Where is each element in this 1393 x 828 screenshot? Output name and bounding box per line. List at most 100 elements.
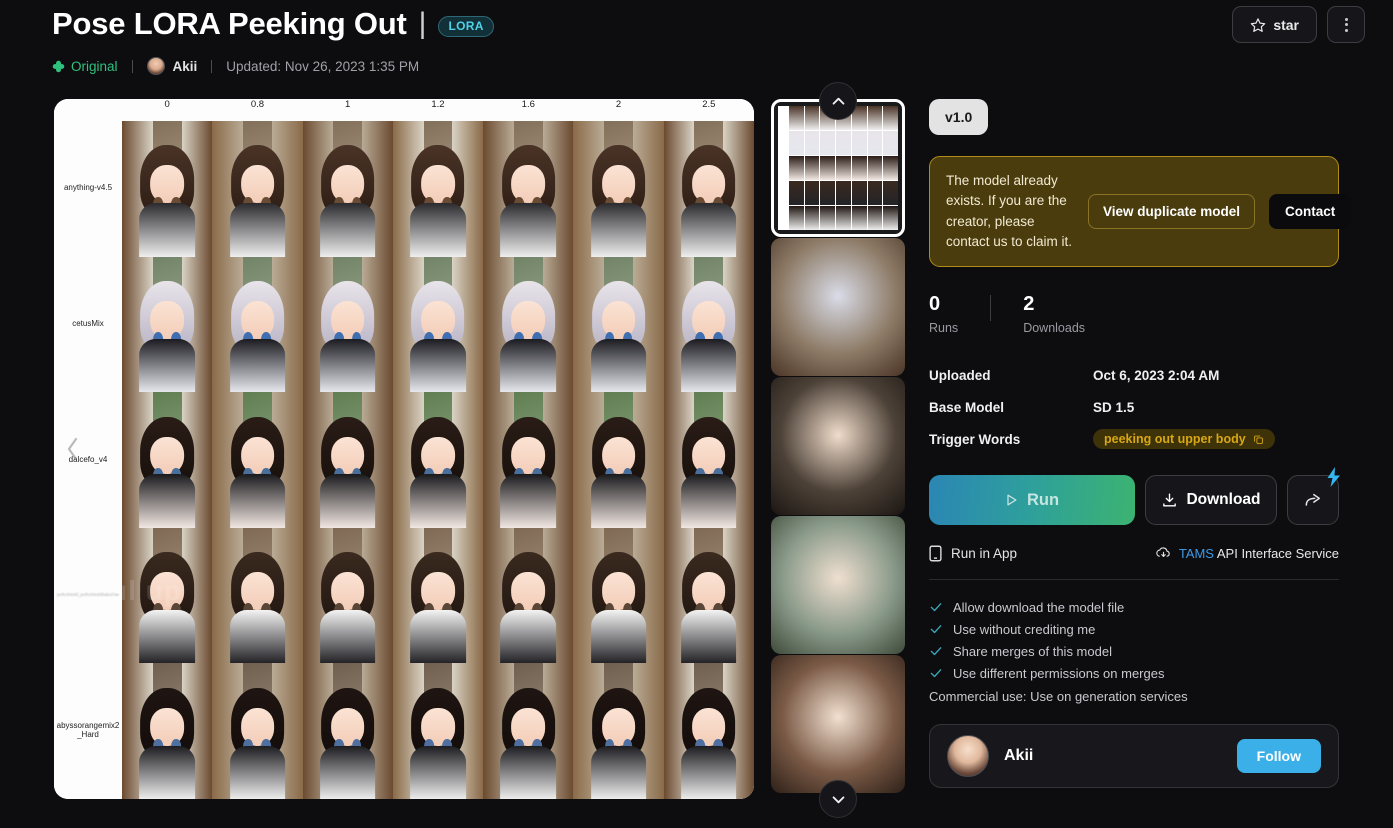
model-type-badge: LORA (438, 15, 494, 37)
info-key: Uploaded (929, 367, 991, 383)
permission-item: Share merges of this model (929, 640, 1339, 662)
thumbnails-scroll-up-button[interactable] (819, 82, 857, 120)
preview-tile (302, 256, 393, 393)
preview-tile (663, 121, 754, 257)
grid-row-label: perfectWorld_perfectWorldBakedVae (56, 592, 120, 598)
info-row-uploaded: Uploaded Oct 6, 2023 2:04 AM (929, 359, 1339, 391)
more-vertical-icon (1344, 17, 1348, 32)
chevron-down-icon (832, 795, 844, 803)
thumbnail[interactable] (771, 377, 905, 515)
stat-label: Downloads (1023, 321, 1086, 335)
primary-actions: Run Download (929, 467, 1340, 525)
info-value: Oct 6, 2023 2:04 AM (1093, 367, 1220, 383)
trigger-words-tag[interactable]: peeking out upper body (1093, 429, 1275, 449)
check-icon (930, 647, 942, 656)
lightning-bolt-icon (1327, 467, 1340, 487)
permission-item: Allow download the model file (929, 596, 1339, 618)
author-avatar[interactable] (947, 735, 989, 777)
share-button[interactable] (1287, 467, 1340, 525)
preview-tile (663, 392, 754, 528)
api-interface-service-link[interactable]: TAMS API Interface Service (1155, 546, 1339, 561)
download-button[interactable]: Download (1145, 475, 1277, 525)
check-icon (930, 625, 942, 634)
thumbnail-strip[interactable] (771, 99, 905, 799)
stat-value: 0 (929, 293, 941, 315)
author-chip[interactable]: Akii (146, 57, 198, 75)
gallery-prev-button[interactable] (60, 432, 86, 466)
run-button[interactable]: Run (929, 475, 1135, 525)
chevron-left-icon (67, 437, 78, 461)
grid-row-label: anything-v4.5 (63, 183, 113, 193)
avatar (146, 57, 165, 75)
notice-text: The model already exists. If you are the… (946, 173, 1073, 249)
preview-tile (573, 121, 664, 257)
preview-tile (663, 527, 754, 664)
preview-tile (483, 663, 574, 799)
contact-button[interactable]: Contact (1269, 194, 1352, 229)
preview-tile (302, 663, 393, 799)
run-in-app-link[interactable]: Run in App (929, 545, 1017, 562)
thumbnail-grid-preview (778, 106, 898, 230)
thumbnail[interactable] (771, 238, 905, 376)
preview-tile (302, 121, 393, 257)
grid-col-header: 2 (615, 99, 622, 110)
follow-button[interactable]: Follow (1236, 739, 1321, 773)
clover-icon (52, 60, 65, 72)
preview-tile (122, 392, 213, 528)
preview-tile (573, 527, 664, 664)
star-icon (1251, 17, 1266, 32)
title-separator: | (418, 7, 427, 40)
more-options-button[interactable] (1327, 6, 1365, 43)
updated-timestamp: Updated: Nov 26, 2023 1:35 PM (226, 58, 420, 74)
title-row: Pose LORA Peeking Out | LORA (52, 6, 494, 42)
thumbnail[interactable] (771, 516, 905, 654)
grid-col-header: 1.6 (521, 99, 535, 110)
preview-tile (212, 392, 303, 528)
grid-col-header: 0 (164, 99, 170, 110)
preview-tile (302, 527, 393, 664)
view-duplicate-model-button[interactable]: View duplicate model (1088, 194, 1256, 229)
duplicate-model-notice: The model already exists. If you are the… (929, 156, 1352, 267)
run-in-app-label: Run in App (951, 546, 1018, 561)
check-icon (930, 669, 942, 678)
permission-item: Use different permissions on merges (929, 662, 1339, 684)
secondary-actions: Run in App TAMS API Interface Service (929, 545, 1339, 580)
original-badge: Original (52, 59, 118, 74)
info-value: SD 1.5 (1093, 399, 1135, 415)
thumbnail[interactable] (771, 655, 905, 793)
preview-tile (212, 527, 303, 664)
stat-downloads: 2 Downloads (1023, 293, 1085, 335)
grid-row-label: cetusMix (72, 318, 104, 328)
permission-item: Use without crediting me (929, 618, 1339, 640)
commercial-use-note: Commercial use: Use on generation servic… (929, 689, 1188, 704)
author-name: Akii (172, 58, 198, 74)
preview-tile (212, 121, 303, 257)
preview-tile (483, 527, 574, 664)
grid-row-label: abyssorangemix2_Hard (56, 721, 120, 740)
copy-icon (1253, 435, 1263, 444)
meta-divider-2 (211, 59, 213, 73)
stat-label: Runs (929, 321, 959, 335)
preview-tile (573, 256, 664, 393)
preview-tile (122, 256, 213, 393)
meta-row: Original Akii Updated: Nov 26, 2023 1:35… (52, 55, 419, 77)
meta-divider-1 (131, 59, 133, 73)
preview-tile (483, 121, 574, 257)
stat-divider (990, 295, 992, 321)
grid-canvas: 0 0.8 1 1.2 1.6 2 2.5 anything-v4.5 cetu… (54, 99, 754, 799)
version-tab-v1[interactable]: v1.0 (929, 99, 989, 135)
preview-tile (573, 392, 664, 528)
trigger-words-value: peeking out upper body (1104, 432, 1246, 446)
stat-value: 2 (1023, 293, 1035, 315)
model-info-panel: v1.0 The model already exists. If you ar… (929, 99, 1352, 788)
info-key: Base Model (929, 399, 1005, 415)
model-info-list: Uploaded Oct 6, 2023 2:04 AM Base Model … (929, 359, 1339, 455)
star-button[interactable]: star (1232, 6, 1317, 43)
page-header: Pose LORA Peeking Out | LORA Original Ak… (0, 0, 1393, 92)
model-preview-gallery[interactable]: 0 0.8 1 1.2 1.6 2 2.5 anything-v4.5 cetu… (54, 99, 754, 799)
author-card: Akii Follow (929, 724, 1339, 788)
thumbnails-scroll-down-button[interactable] (819, 780, 857, 818)
author-card-name: Akii (1004, 747, 1034, 764)
info-key: Trigger Words (929, 431, 1021, 447)
cloud-download-icon (1156, 547, 1170, 558)
